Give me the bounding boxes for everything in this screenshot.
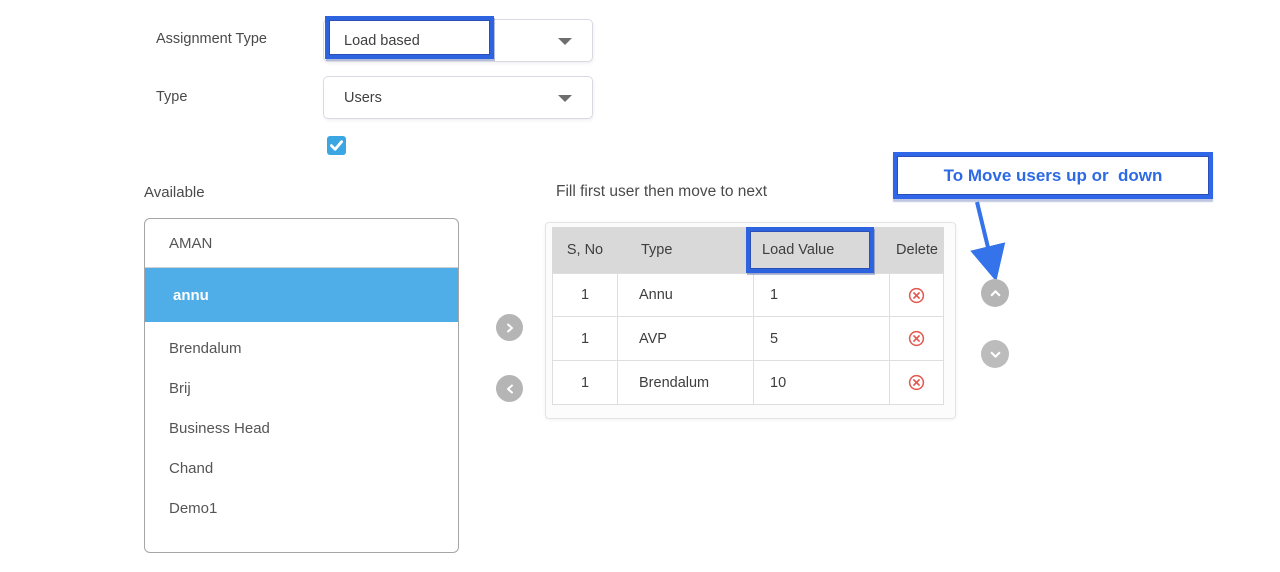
available-label: Available — [144, 184, 205, 201]
column-header-type: Type — [641, 242, 673, 258]
available-users-list: AMAN annu Brendalum Brij Business Head C… — [144, 218, 459, 553]
type-select[interactable]: Users — [323, 76, 593, 119]
delete-row-button[interactable] — [908, 287, 925, 304]
table-row: 1 Annu 1 — [552, 273, 944, 317]
chevron-right-icon — [504, 322, 516, 334]
list-item[interactable]: Business Head — [145, 408, 458, 448]
cell-load-value[interactable]: 5 — [754, 317, 890, 360]
column-header-sno: S, No — [566, 242, 604, 258]
table-header-row: S, No Type Load Value Delete — [552, 227, 944, 273]
annotation-arrow-icon — [970, 201, 1006, 282]
move-down-button[interactable] — [981, 340, 1009, 368]
list-item[interactable]: Chand — [145, 448, 458, 488]
list-item[interactable]: Demo1 — [145, 488, 458, 528]
chevron-up-icon — [989, 287, 1002, 300]
table-row: 1 AVP 5 — [552, 317, 944, 361]
assignment-type-selected-value: Load based — [344, 32, 420, 49]
list-item-label: Chand — [169, 459, 214, 477]
delete-row-button[interactable] — [908, 374, 925, 391]
list-item[interactable]: AMAN — [145, 219, 458, 268]
list-item-label: Business Head — [169, 419, 270, 437]
assigned-users-table: S, No Type Load Value Delete 1 Annu 1 1 … — [545, 222, 956, 419]
assignment-type-select[interactable]: Load based — [323, 19, 593, 62]
chevron-down-icon — [558, 37, 572, 45]
column-header-delete: Delete — [896, 242, 938, 258]
list-item[interactable]: Brij — [145, 368, 458, 408]
circled-x-icon — [908, 287, 925, 304]
circled-x-icon — [908, 330, 925, 347]
move-left-button[interactable] — [496, 375, 523, 402]
assignment-settings-page: Assignment Type Load based Type Users Av… — [0, 0, 1280, 572]
list-item[interactable]: Brendalum — [145, 328, 458, 368]
type-selected-value: Users — [344, 89, 382, 106]
type-label: Type — [156, 89, 188, 105]
list-item-label: Brendalum — [169, 339, 242, 357]
users-checkbox[interactable] — [327, 136, 346, 155]
cell-sno: 1 — [553, 361, 618, 404]
cell-type: Annu — [618, 274, 754, 316]
cell-load-value[interactable]: 1 — [754, 274, 890, 316]
cell-sno: 1 — [553, 274, 618, 316]
list-item-label: annu — [173, 286, 209, 304]
list-item-label: AMAN — [169, 234, 213, 252]
checkmark-icon — [330, 140, 343, 151]
cell-type: AVP — [618, 317, 754, 360]
assigned-panel-title: Fill first user then move to next — [556, 183, 768, 200]
cell-type: Brendalum — [618, 361, 754, 404]
circled-x-icon — [908, 374, 925, 391]
column-header-load-value: Load Value — [762, 242, 835, 258]
move-up-button[interactable] — [981, 279, 1009, 307]
list-item-selected[interactable]: annu — [145, 268, 458, 322]
list-item-label: Demo1 — [169, 499, 218, 517]
list-item-label: Brij — [169, 379, 191, 397]
annotation-tooltip-text: To Move users up or down — [943, 165, 1163, 185]
annotation-tooltip: To Move users up or down — [893, 152, 1213, 199]
chevron-down-icon — [558, 94, 572, 102]
move-right-button[interactable] — [496, 314, 523, 341]
delete-row-button[interactable] — [908, 330, 925, 347]
cell-sno: 1 — [553, 317, 618, 360]
table-row: 1 Brendalum 10 — [552, 361, 944, 405]
chevron-left-icon — [504, 383, 516, 395]
chevron-down-icon — [989, 348, 1002, 361]
assignment-type-label: Assignment Type — [156, 31, 267, 47]
cell-load-value[interactable]: 10 — [754, 361, 890, 404]
